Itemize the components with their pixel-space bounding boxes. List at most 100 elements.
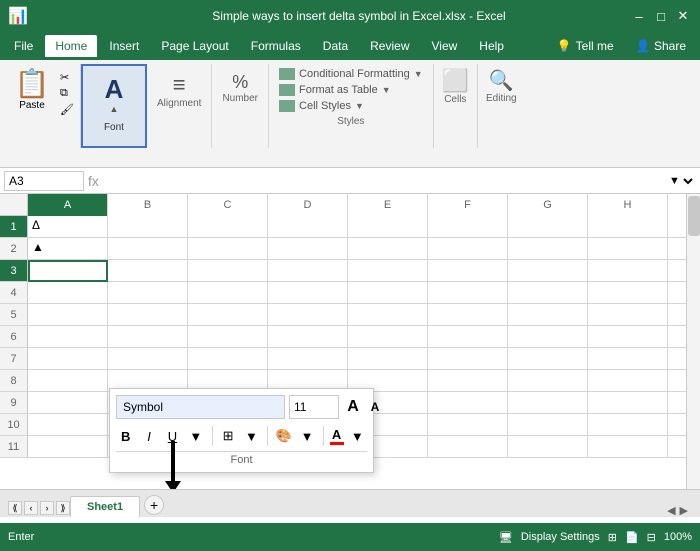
font-color-dropdown-button[interactable]: ▼ [348, 425, 367, 447]
formula-expand[interactable]: ▼ [665, 174, 696, 188]
cell-b4[interactable] [108, 282, 188, 304]
fill-color-button[interactable]: 🎨 [274, 425, 293, 447]
cell-h1[interactable] [588, 216, 668, 238]
borders-button[interactable]: ⊞ [218, 425, 237, 447]
editing-icon: 🔍 [489, 68, 514, 93]
tell-me-button[interactable]: 💡Tell me [547, 35, 624, 57]
italic-button[interactable]: I [139, 425, 158, 447]
menu-data[interactable]: Data [313, 35, 358, 57]
name-box[interactable] [4, 171, 84, 191]
col-header-e[interactable]: E [348, 194, 428, 216]
cells-button[interactable]: ⬜ Cells [442, 68, 469, 105]
cell-f1[interactable] [428, 216, 508, 238]
col-header-g[interactable]: G [508, 194, 588, 216]
cell-b2[interactable] [108, 238, 188, 260]
sheet-scroll-left[interactable]: ◀ [667, 504, 675, 517]
copy-button[interactable]: ⧉ [58, 86, 76, 101]
cell-g3[interactable] [508, 260, 588, 282]
cell-d1[interactable] [268, 216, 348, 238]
cell-styles-button[interactable]: Cell Styles ▼ [275, 98, 427, 114]
display-settings-button[interactable]: 🖥 [499, 531, 513, 544]
paste-button[interactable]: 📋 Paste [8, 68, 56, 132]
cell-g2[interactable] [508, 238, 588, 260]
menu-formulas[interactable]: Formulas [241, 35, 311, 57]
col-header-f[interactable]: F [428, 194, 508, 216]
cell-d2[interactable] [268, 238, 348, 260]
cell-e2[interactable] [348, 238, 428, 260]
cell-a5[interactable] [28, 304, 108, 326]
font-size-input[interactable] [289, 395, 339, 419]
sheet-nav-last[interactable]: ⟫ [56, 501, 70, 515]
row-header-2: 2 [0, 238, 28, 260]
formula-input[interactable] [103, 174, 661, 188]
cell-b3[interactable] [108, 260, 188, 282]
underline-dropdown-button[interactable]: ▼ [186, 425, 205, 447]
cell-e1[interactable] [348, 216, 428, 238]
sheet-tab-1[interactable]: Sheet1 [70, 496, 140, 517]
sheet-nav-next[interactable]: › [40, 501, 54, 515]
cell-a1[interactable]: Δ [28, 216, 108, 238]
table-row: 4 [0, 282, 700, 304]
maximize-button[interactable]: □ [652, 7, 670, 25]
number-button[interactable]: % Number [218, 68, 262, 108]
menu-view[interactable]: View [422, 35, 468, 57]
format-painter-button[interactable]: 🖌 [58, 102, 76, 117]
menu-file[interactable]: File [4, 35, 43, 57]
decrease-font-size-button[interactable]: A [365, 397, 385, 417]
add-sheet-button[interactable]: + [144, 495, 164, 515]
menu-review[interactable]: Review [360, 35, 419, 57]
col-header-a[interactable]: A [28, 194, 108, 216]
col-header-h[interactable]: H [588, 194, 668, 216]
cut-button[interactable]: ✂ [58, 70, 76, 85]
cell-h4[interactable] [588, 282, 668, 304]
menu-insert[interactable]: Insert [99, 35, 149, 57]
font-name-input[interactable] [116, 395, 285, 419]
cell-c2[interactable] [188, 238, 268, 260]
borders-dropdown-button[interactable]: ▼ [242, 425, 261, 447]
cell-d4[interactable] [268, 282, 348, 304]
cell-e3[interactable] [348, 260, 428, 282]
share-button[interactable]: 👤 Share [626, 35, 696, 57]
cell-f3[interactable] [428, 260, 508, 282]
cell-a3[interactable] [28, 260, 108, 282]
vertical-scrollbar[interactable] [686, 194, 700, 489]
sheet-nav-first[interactable]: ⟪ [8, 501, 22, 515]
close-button[interactable]: ✕ [674, 7, 692, 25]
cell-g4[interactable] [508, 282, 588, 304]
increase-font-size-button[interactable]: A [343, 397, 363, 417]
menu-help[interactable]: Help [469, 35, 514, 57]
fill-dropdown-button[interactable]: ▼ [297, 425, 316, 447]
cell-c1[interactable] [188, 216, 268, 238]
cell-d3[interactable] [268, 260, 348, 282]
cell-b1[interactable] [108, 216, 188, 238]
cell-f2[interactable] [428, 238, 508, 260]
menu-page-layout[interactable]: Page Layout [151, 35, 238, 57]
cell-c4[interactable] [188, 282, 268, 304]
font-button[interactable]: A ▲ [87, 68, 141, 122]
col-header-d[interactable]: D [268, 194, 348, 216]
cell-a2[interactable]: ▲ [28, 238, 108, 260]
sheet-nav-prev[interactable]: ‹ [24, 501, 38, 515]
alignment-button[interactable]: ≡ Alignment [153, 68, 205, 113]
format-as-table-button[interactable]: Format as Table ▼ [275, 82, 427, 98]
col-header-c[interactable]: C [188, 194, 268, 216]
view-break-button[interactable]: ⊟ [647, 531, 656, 544]
cell-f4[interactable] [428, 282, 508, 304]
font-color-button[interactable]: A [330, 428, 344, 445]
sheet-scroll-right[interactable]: ▶ [680, 504, 688, 517]
cell-h3[interactable] [588, 260, 668, 282]
view-layout-button[interactable]: 📄 [625, 531, 639, 544]
view-normal-button[interactable]: ⊞ [608, 531, 617, 544]
menu-home[interactable]: Home [45, 35, 97, 57]
cell-c3[interactable] [188, 260, 268, 282]
cell-a4[interactable] [28, 282, 108, 304]
minimize-button[interactable]: – [630, 7, 648, 25]
editing-button[interactable]: 🔍 Editing [486, 68, 517, 104]
cell-h2[interactable] [588, 238, 668, 260]
scrollbar-thumb[interactable] [688, 196, 700, 236]
bold-button[interactable]: B [116, 425, 135, 447]
cell-g1[interactable] [508, 216, 588, 238]
cell-e4[interactable] [348, 282, 428, 304]
conditional-formatting-button[interactable]: Conditional Formatting ▼ [275, 66, 427, 82]
col-header-b[interactable]: B [108, 194, 188, 216]
